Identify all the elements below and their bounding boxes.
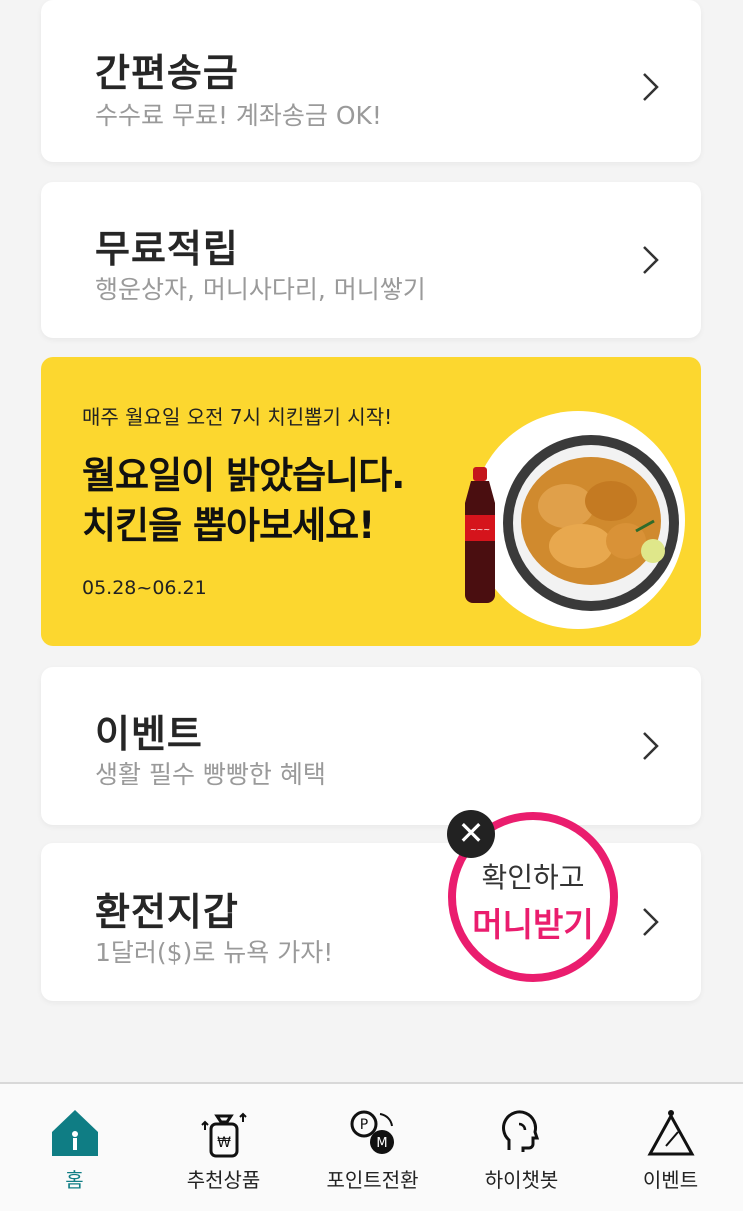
card-subtitle: 행운상자, 머니사다리, 머니쌓기 — [95, 275, 426, 304]
svg-text:M: M — [376, 1136, 387, 1151]
point-exchange-icon: P M — [350, 1110, 394, 1154]
tab-label: 추천상품 — [186, 1168, 261, 1192]
close-icon[interactable]: ✕ — [447, 810, 495, 858]
money-bag-icon: ₩ — [200, 1112, 247, 1158]
card-title: 간편송금 — [95, 51, 239, 95]
tab-label: 이벤트 — [642, 1168, 699, 1192]
svg-text:₩: ₩ — [217, 1135, 231, 1151]
home-icon — [51, 1110, 98, 1156]
banner-headline-line1: 월요일이 밝았습니다. — [82, 454, 405, 497]
banner-headline-line2: 치킨을 뽑아보세요! — [82, 504, 375, 547]
tab-event[interactable]: 이벤트 — [596, 1084, 743, 1211]
banner-dates: 05.28~06.21 — [82, 577, 207, 599]
chevron-right-icon — [643, 732, 659, 760]
tab-label: 하이챗봇 — [484, 1168, 559, 1192]
card-title: 무료적립 — [95, 227, 239, 271]
tab-recommended[interactable]: ₩ 추천상품 — [149, 1084, 298, 1211]
card-title: 이벤트 — [95, 712, 203, 756]
cola-bottle-image: ~~~ — [465, 467, 495, 603]
card-subtitle: 1달러($)로 뉴욕 가자! — [95, 938, 334, 967]
event-triangle-icon — [646, 1110, 695, 1156]
tab-home[interactable]: 홈 — [0, 1084, 149, 1211]
chicken-promo-banner[interactable]: 매주 월요일 오전 7시 치킨뽑기 시작! 월요일이 밝았습니다. 치킨을 뽑아… — [41, 357, 701, 646]
svg-text:~~~: ~~~ — [470, 525, 490, 534]
tab-label: 포인트전환 — [326, 1168, 419, 1192]
tab-label: 홈 — [65, 1168, 84, 1192]
card-free-points[interactable]: 무료적립 행운상자, 머니사다리, 머니쌓기 — [41, 182, 701, 338]
card-subtitle: 생활 필수 빵빵한 혜택 — [95, 760, 326, 789]
banner-kicker: 매주 월요일 오전 7시 치킨뽑기 시작! — [82, 405, 393, 429]
chevron-right-icon — [643, 908, 659, 936]
card-transfer[interactable]: 간편송금 수수료 무료! 계좌송금 OK! — [41, 0, 701, 162]
badge-line1: 확인하고 — [481, 861, 585, 894]
chevron-right-icon — [643, 73, 659, 101]
chevron-right-icon — [643, 246, 659, 274]
tab-point-exchange[interactable]: P M 포인트전환 — [298, 1084, 447, 1211]
card-event[interactable]: 이벤트 생활 필수 빵빵한 혜택 — [41, 667, 701, 825]
chatbot-head-icon — [501, 1110, 539, 1152]
card-title: 환전지갑 — [95, 890, 239, 934]
bottom-tab-bar: 홈 ₩ 추천상품 P M 포인트전환 하이챗봇 이벤트 — [0, 1082, 743, 1211]
card-subtitle: 수수료 무료! 계좌송금 OK! — [95, 101, 382, 130]
badge-line2: 머니받기 — [472, 905, 594, 944]
tab-chatbot[interactable]: 하이챗봇 — [447, 1084, 596, 1211]
banner-headline: 월요일이 밝았습니다. 치킨을 뽑아보세요! — [82, 451, 405, 551]
svg-text:P: P — [359, 1117, 367, 1133]
